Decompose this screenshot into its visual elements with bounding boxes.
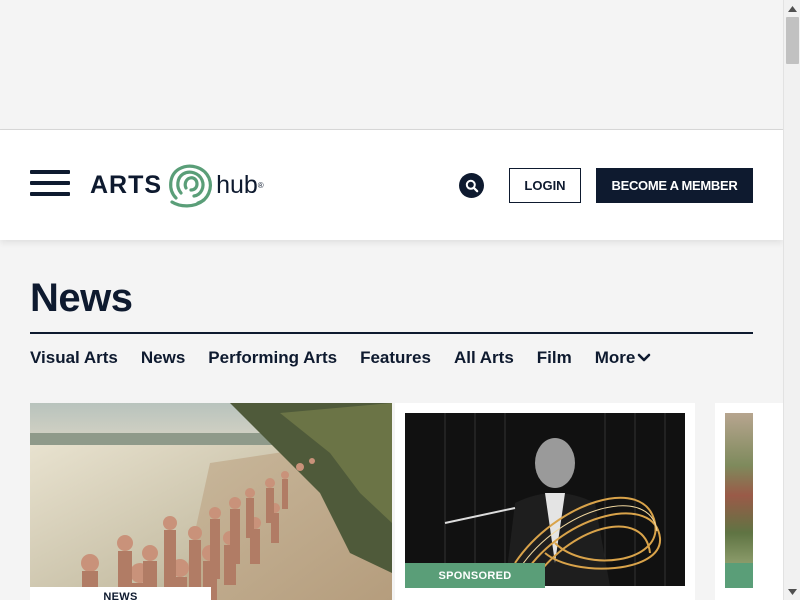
nav-item-film[interactable]: Film: [537, 348, 572, 368]
category-nav: Visual Arts News Performing Arts Feature…: [30, 345, 674, 371]
nav-item-news[interactable]: News: [141, 348, 185, 368]
article-tag-sponsored: SPONSORED: [405, 563, 545, 588]
logo-text-arts: ARTS: [90, 170, 163, 199]
nav-item-performing-arts[interactable]: Performing Arts: [208, 348, 337, 368]
page-title: News: [30, 276, 133, 320]
scrollbar-thumb[interactable]: [786, 17, 799, 64]
article-image-conductor: [405, 413, 685, 586]
article-card-sponsored[interactable]: SPONSORED: [395, 403, 695, 600]
article-tag-news: NEWS: [30, 587, 211, 600]
advertisement-space: [0, 0, 783, 130]
scroll-up-arrow-icon[interactable]: [784, 0, 800, 17]
arts-hub-logo[interactable]: ARTS hub ®: [90, 162, 264, 208]
nav-more-label: More: [594, 348, 636, 367]
article-tag-partial: [725, 563, 753, 588]
nav-item-all-arts[interactable]: All Arts: [454, 348, 514, 368]
login-button[interactable]: LOGIN: [509, 168, 581, 203]
article-image-beach-crowd: [30, 403, 392, 600]
become-member-button[interactable]: BECOME A MEMBER: [596, 168, 753, 203]
article-card-partial[interactable]: [715, 403, 783, 600]
title-divider: [30, 332, 753, 334]
logo-registered-mark: ®: [257, 180, 264, 190]
nav-item-visual-arts[interactable]: Visual Arts: [30, 348, 118, 368]
logo-text-hub: hub: [216, 170, 258, 199]
hamburger-menu-icon[interactable]: [30, 170, 70, 196]
nav-more-dropdown[interactable]: More: [595, 348, 652, 368]
search-icon[interactable]: [459, 173, 484, 198]
chevron-down-icon: [638, 353, 651, 362]
article-image-partial: [725, 413, 753, 563]
scroll-down-arrow-icon[interactable]: [784, 583, 800, 600]
site-header: ARTS hub ® LOGIN BECOME A MEMBER: [0, 130, 783, 240]
nav-item-features[interactable]: Features: [360, 348, 431, 368]
logo-mark-icon: [169, 164, 213, 208]
article-card-news[interactable]: [30, 403, 392, 600]
page-scrollbar[interactable]: [783, 0, 800, 600]
